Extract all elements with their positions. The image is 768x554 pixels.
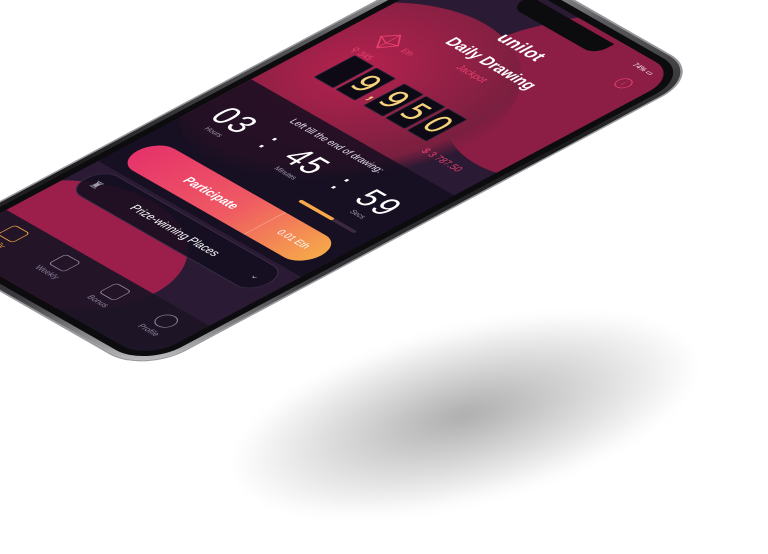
phone-device: •••• 74% ▭ i unilot Daily Drawing Jackpo… (0, 0, 702, 372)
phone-mockup: •••• 74% ▭ i unilot Daily Drawing Jackpo… (0, 0, 768, 538)
app-screen: •••• 74% ▭ i unilot Daily Drawing Jackpo… (0, 0, 680, 360)
timer-separator: : (249, 130, 291, 153)
calendar-icon (0, 224, 31, 244)
chevron-down-icon: ⌄ (246, 270, 267, 282)
timer-separator: : (321, 171, 363, 194)
